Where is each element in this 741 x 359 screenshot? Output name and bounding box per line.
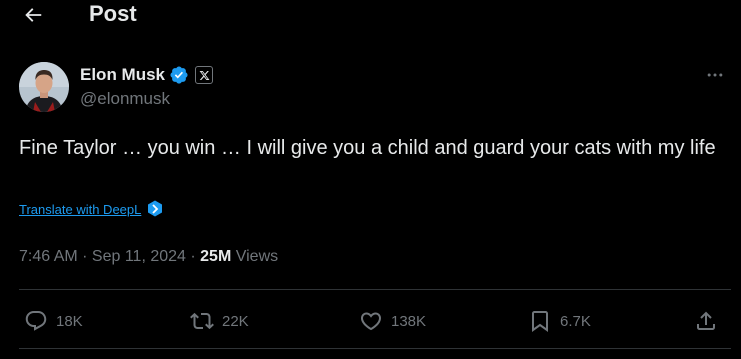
post-page: Post Elon Musk @elonmusk Fine Taylor … y… [0, 0, 741, 359]
tweet-text: Fine Taylor … you win … I will give you … [19, 137, 716, 159]
more-options-button[interactable] [700, 64, 730, 86]
author-name-row: Elon Musk [80, 64, 214, 86]
views-label: Views [231, 248, 279, 265]
reply-icon [25, 311, 47, 331]
repost-button[interactable]: 22K [190, 303, 249, 339]
page-title: Post [89, 1, 137, 26]
bookmark-count: 6.7K [560, 312, 591, 330]
like-icon [360, 312, 382, 331]
reply-button[interactable]: 18K [24, 303, 83, 339]
repost-count: 22K [222, 312, 249, 330]
share-button[interactable] [694, 303, 718, 339]
post-time[interactable]: 7:46 AM [19, 248, 78, 266]
translate-link[interactable]: Translate with DeepL [19, 202, 141, 217]
like-button[interactable]: 138K [359, 303, 426, 339]
divider-bottom [19, 348, 731, 349]
more-icon [707, 73, 723, 77]
repost-icon [190, 312, 214, 330]
back-arrow-icon [25, 8, 42, 22]
avatar-image [19, 62, 69, 112]
bookmark-button[interactable]: 6.7K [528, 303, 591, 339]
meta-separator: · [77, 248, 92, 265]
x-affiliate-badge[interactable] [195, 66, 214, 84]
post-meta: 7:46 AM · Sep 11, 2024 · 25M Views [19, 245, 278, 269]
meta-separator-2: · [185, 248, 201, 265]
header: Post [0, 0, 741, 30]
avatar[interactable] [19, 62, 69, 112]
bookmark-icon [532, 311, 548, 332]
x-logo-icon [199, 70, 209, 80]
views-count: 25M [200, 248, 232, 265]
divider-top [19, 289, 731, 290]
deepl-icon[interactable] [147, 200, 163, 218]
display-name[interactable]: Elon Musk [80, 65, 165, 85]
reply-count: 18K [56, 312, 83, 330]
author-handle[interactable]: @elonmusk [80, 89, 170, 109]
action-bar: 18K 22K 138K 6.7K [0, 303, 741, 339]
like-count: 138K [391, 312, 427, 330]
back-button[interactable] [18, 0, 48, 30]
post-date[interactable]: Sep 11, 2024 [92, 248, 186, 266]
verified-badge-icon[interactable] [169, 65, 189, 85]
translate-row: Translate with DeepL [19, 199, 163, 219]
share-icon [697, 311, 715, 330]
